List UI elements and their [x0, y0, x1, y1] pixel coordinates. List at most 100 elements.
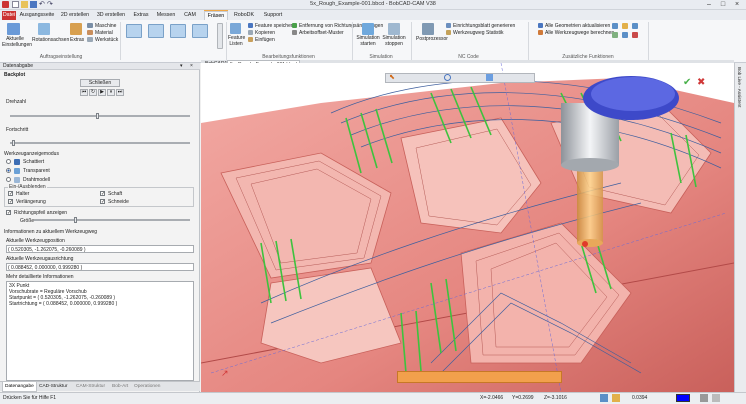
update-geometry-icon[interactable]: [538, 23, 543, 28]
progress-slider-thumb[interactable]: [12, 140, 15, 146]
simulation-stop-icon[interactable]: [388, 23, 400, 35]
extra-tool-icon[interactable]: [622, 32, 628, 38]
operation-icon[interactable]: [148, 24, 164, 38]
workpiece-icon[interactable]: [87, 37, 93, 42]
operation-icon[interactable]: [126, 24, 142, 38]
style-icon[interactable]: [700, 394, 708, 402]
work-pattern-icon[interactable]: [292, 30, 297, 35]
speed-slider[interactable]: [10, 115, 190, 117]
paste-button[interactable]: Einfügen: [255, 37, 275, 43]
paste-icon[interactable]: [248, 37, 253, 42]
tool-mode-radio[interactable]: [6, 177, 11, 182]
direction-arrow-checkbox[interactable]: ✓: [6, 210, 11, 216]
tab-extras[interactable]: Extras: [130, 11, 152, 20]
copy-button[interactable]: Kopieren: [255, 30, 275, 36]
setup-sheet-button[interactable]: Einrichtungsblatt generieren: [453, 23, 515, 29]
close-button[interactable]: Schließen: [80, 79, 120, 87]
rotation-axes-button[interactable]: Rotationsachsen: [32, 37, 69, 43]
operation-icon[interactable]: [170, 24, 186, 38]
close-icon[interactable]: ×: [730, 0, 744, 10]
workpiece-button[interactable]: Werkstück: [95, 37, 118, 43]
tool-stats-button[interactable]: Werkzeugweg Statistik: [453, 30, 503, 36]
machine-icon[interactable]: [87, 23, 93, 28]
play-icon[interactable]: ▶: [98, 89, 106, 96]
maximize-icon[interactable]: □: [716, 0, 730, 10]
gallery-scroll-icon[interactable]: [217, 23, 223, 49]
tool-stats-icon[interactable]: [446, 30, 451, 35]
tab-messen[interactable]: Messen: [154, 11, 178, 20]
accept-check-icon[interactable]: ✔: [683, 77, 691, 88]
extra-tool-icon[interactable]: [622, 23, 628, 29]
postprocessor-button[interactable]: Postprozessor: [416, 36, 448, 42]
save-feature-button[interactable]: Feature speichern: [255, 23, 295, 29]
pause-icon[interactable]: ⏸: [107, 89, 115, 96]
skip-back-icon[interactable]: ⏮: [80, 89, 88, 96]
skip-forward-icon[interactable]: ⏭: [116, 89, 124, 96]
loop-icon[interactable]: ↻: [89, 89, 97, 96]
tab-bob-art[interactable]: Bob-Art: [110, 382, 130, 392]
extra-tool-icon[interactable]: [632, 32, 638, 38]
zoom-icon[interactable]: [444, 74, 451, 81]
extras-button[interactable]: Extras: [70, 37, 84, 43]
rotation-axes-icon[interactable]: [38, 23, 50, 35]
remove-direction-icon[interactable]: [292, 23, 297, 28]
view-cube-icon[interactable]: [486, 74, 493, 81]
size-slider-thumb[interactable]: [74, 217, 77, 223]
assistant-strip[interactable]: Bob Live - Assistent: [734, 63, 746, 392]
current-settings-button[interactable]: Aktuelle Einstellungen: [2, 36, 32, 48]
material-button[interactable]: Material: [95, 30, 113, 36]
tab-fraesen[interactable]: Fräsen: [204, 11, 228, 20]
tab-operations[interactable]: Operationen: [132, 382, 162, 392]
tab-2d-erstellen[interactable]: 2D erstellen: [58, 11, 92, 20]
extra-tool-icon[interactable]: [612, 32, 618, 38]
assistant-tab[interactable]: Bob Live - Assistent: [737, 67, 742, 107]
simulation-stop-button[interactable]: Simulation stoppen: [381, 35, 407, 47]
settings-icon[interactable]: [7, 23, 20, 35]
extras-icon[interactable]: [70, 23, 82, 35]
speed-slider-thumb[interactable]: [96, 113, 99, 119]
minimize-icon[interactable]: –: [702, 0, 716, 10]
tab-robodk[interactable]: RoboDK: [232, 11, 256, 20]
shaft-checkbox[interactable]: ✓: [100, 191, 105, 197]
material-icon[interactable]: [87, 30, 93, 35]
size-slider[interactable]: [34, 219, 190, 221]
copy-icon[interactable]: [248, 30, 253, 35]
tab-support[interactable]: Support: [260, 11, 286, 20]
tolerance-value[interactable]: 0.0394: [632, 395, 647, 401]
simulation-start-icon[interactable]: [362, 23, 374, 35]
style-icon[interactable]: [712, 394, 720, 402]
compute-toolpaths-icon[interactable]: [538, 30, 543, 35]
postprocessor-icon[interactable]: [422, 23, 434, 35]
operation-icon[interactable]: [192, 24, 208, 38]
panel-close-icon[interactable]: ×: [190, 63, 193, 69]
tab-datei[interactable]: Datei: [2, 11, 16, 20]
feature-list-icon[interactable]: [230, 23, 241, 34]
snap-icon[interactable]: [600, 394, 608, 402]
pin-icon[interactable]: ▾: [180, 63, 183, 69]
feature-list-button[interactable]: Feature Listen: [228, 35, 245, 47]
tab-cad-tree[interactable]: CAD-Struktur: [37, 382, 70, 392]
machine-button[interactable]: Maschine: [95, 23, 116, 29]
tab-cam-tree[interactable]: CAM-Struktur: [74, 382, 107, 392]
simulation-start-button[interactable]: Simulation starten: [355, 35, 381, 47]
tab-ausgangsseite[interactable]: Ausgangsseite: [18, 11, 56, 20]
tool-mode-radio-selected[interactable]: [6, 168, 11, 173]
tool-mode-radio[interactable]: [6, 159, 11, 164]
color-swatch[interactable]: [676, 394, 690, 402]
grid-icon[interactable]: [612, 394, 620, 402]
compute-toolpaths-button[interactable]: Alle Werkzeugwege berechnen: [545, 30, 614, 36]
holder-checkbox[interactable]: ✓: [8, 191, 13, 197]
select-cursor-icon[interactable]: ⬉: [389, 74, 396, 81]
3d-viewport[interactable]: ⬉ ✔ ✖ ↗: [200, 62, 735, 393]
reject-x-icon[interactable]: ✖: [697, 77, 705, 88]
progress-slider[interactable]: [10, 142, 190, 144]
tab-3d-erstellen[interactable]: 3D erstellen: [94, 11, 128, 20]
cutter-checkbox[interactable]: ✓: [100, 199, 105, 205]
tab-cam[interactable]: CAM: [180, 11, 200, 20]
work-pattern-button[interactable]: Arbeitsoffset-Muster: [299, 30, 344, 36]
tab-data-entry[interactable]: Datenangabe: [2, 382, 37, 392]
extra-tool-icon[interactable]: [632, 23, 638, 29]
update-geometry-button[interactable]: Alle Geometrien aktualisieren: [545, 23, 610, 29]
save-feature-icon[interactable]: [248, 23, 253, 28]
setup-sheet-icon[interactable]: [446, 23, 451, 28]
